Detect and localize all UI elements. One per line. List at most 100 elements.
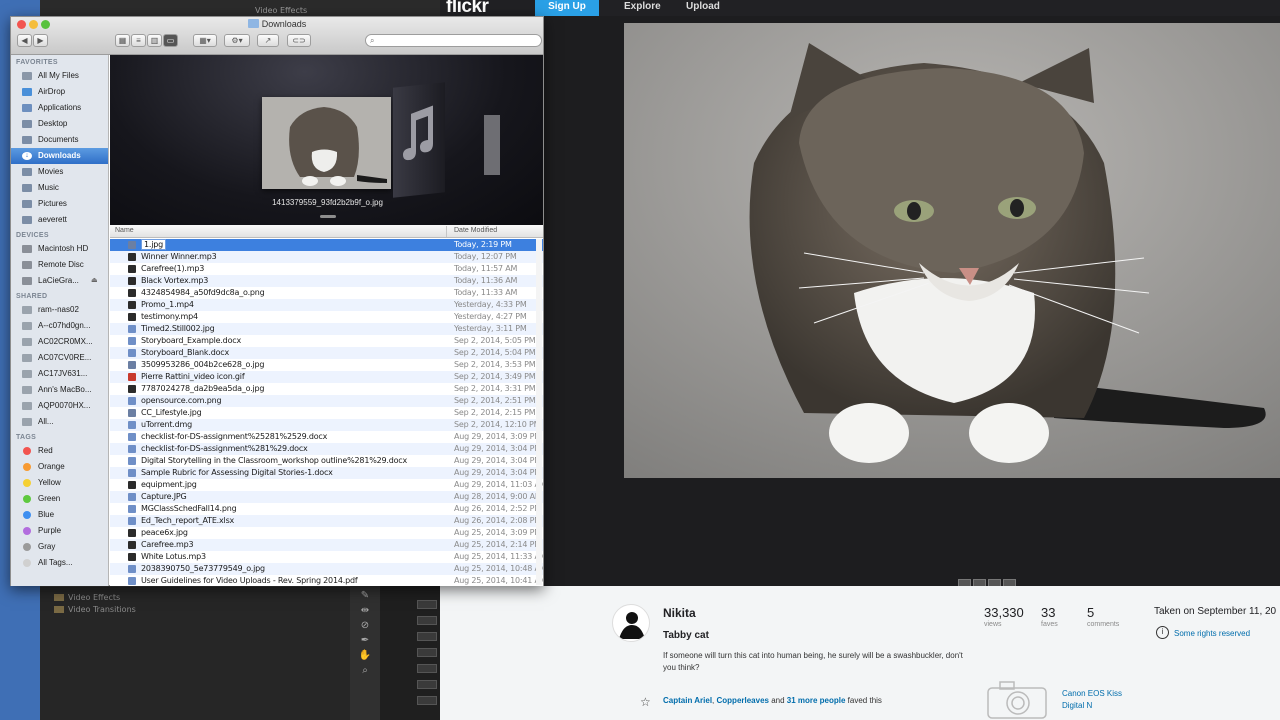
faved-user-link[interactable]: Copperleaves [717,696,769,705]
file-row[interactable]: Timed2.Still002.jpg Yesterday, 3:11 PM [110,323,543,335]
sidebar-item-documents[interactable]: Documents [11,132,108,148]
track-toggle[interactable] [417,616,437,625]
sidebar-item-tag[interactable]: Gray [11,539,108,555]
name-column-header[interactable]: Name [115,227,134,234]
sidebar-item-downloads[interactable]: ↓ Downloads [11,148,108,164]
sidebar-item-pictures[interactable]: Pictures [11,196,108,212]
list-view-icon[interactable]: ≡ [131,34,146,47]
cover-flow-view-icon[interactable]: ▭ [163,34,178,47]
sidebar-item-tag[interactable]: All Tags... [11,555,108,571]
file-row[interactable]: Sample Rubric for Assessing Digital Stor… [110,467,543,479]
file-row[interactable]: Promo_1.mp4 Yesterday, 4:33 PM [110,299,543,311]
track-toggle[interactable] [417,648,437,657]
sidebar-item-shared[interactable]: Ann's MacBo... [11,382,108,398]
file-row[interactable]: testimony.mp4 Yesterday, 4:27 PM [110,311,543,323]
list-scrollbar[interactable] [536,239,542,585]
file-row[interactable]: Winner Winner.mp3 Today, 12:07 PM [110,251,543,263]
file-row[interactable]: 3509953286_004b2ce628_o.jpg Sep 2, 2014, … [110,359,543,371]
sidebar-item-music[interactable]: Music [11,180,108,196]
video-effects-folder[interactable]: Video Effects [54,593,120,602]
sidebar-item-tag[interactable]: Yellow [11,475,108,491]
razor-tool-icon[interactable]: ⊘ [350,620,380,631]
faved-user-link[interactable]: Captain Ariel [663,696,712,705]
sidebar-item-shared[interactable]: AC07CV0RE... [11,350,108,366]
sidebar-item-shared[interactable]: All... [11,414,108,430]
sidebar-item-device[interactable]: Macintosh HD [11,241,108,257]
explore-link[interactable]: Explore [624,0,661,13]
file-row[interactable]: equipment.jpg Aug 29, 2014, 11:03 AM [110,479,543,491]
avatar[interactable] [612,604,650,642]
file-row[interactable]: 7787024278_da2b9ea5da_o.jpg Sep 2, 2014, … [110,383,543,395]
file-row[interactable]: Storyboard_Blank.docx Sep 2, 2014, 5:04 P… [110,347,543,359]
column-view-icon[interactable]: ▥ [147,34,162,47]
file-row[interactable]: uTorrent.dmg Sep 2, 2014, 12:10 PM [110,419,543,431]
pen-tool-icon[interactable]: ✒ [350,635,380,646]
track-toggle[interactable] [417,632,437,641]
sidebar-item-tag[interactable]: Purple [11,523,108,539]
file-row[interactable]: MGClassSchedFall14.png Aug 26, 2014, 2:52… [110,503,543,515]
document-file-icon[interactable] [484,115,500,175]
sidebar-item-aeverett[interactable]: aeverett [11,212,108,228]
cover-flow-scrollbar[interactable] [320,215,336,218]
file-row[interactable]: CC_Lifestyle.jpg Sep 2, 2014, 2:15 PM [110,407,543,419]
file-row[interactable]: White Lotus.mp3 Aug 25, 2014, 11:33 AM [110,551,543,563]
ripple-tool-icon[interactable]: ⇹ [350,605,380,616]
sidebar-item-desktop[interactable]: Desktop [11,116,108,132]
file-row[interactable]: User Guidelines for Video Uploads - Rev.… [110,575,543,586]
icon-view-icon[interactable]: ▦ [115,34,130,47]
sidebar-item-airdrop[interactable]: AirDrop [11,84,108,100]
file-row[interactable]: Carefree.mp3 Aug 25, 2014, 2:14 PM [110,539,543,551]
file-row[interactable]: peace6x.jpg Aug 25, 2014, 3:09 PM [110,527,543,539]
sidebar-item-applications[interactable]: Applications [11,100,108,116]
license-link[interactable]: Some rights reserved [1174,629,1250,638]
track-toggle[interactable] [417,600,437,609]
more-people-link[interactable]: 31 more people [787,696,846,705]
file-row[interactable]: Digital Storytelling in the Classroom_wo… [110,455,543,467]
share-icon[interactable]: ↗ [257,34,279,47]
file-row[interactable]: checklist-for-DS-assignment%281%29.docx A… [110,443,543,455]
file-row[interactable]: 2038390750_5e73779549_o.jpg Aug 25, 2014,… [110,563,543,575]
sidebar-item-tag[interactable]: Orange [11,459,108,475]
camera-model-link[interactable]: Canon EOS Kiss Digital N [1062,688,1142,712]
music-file-icon[interactable] [393,82,445,198]
sidebar-item-tag[interactable]: Green [11,491,108,507]
sidebar-item-tag[interactable]: Red [11,443,108,459]
sidebar-item-shared[interactable]: A--c07hd0gn... [11,318,108,334]
sidebar-item-tag[interactable]: Blue [11,507,108,523]
upload-link[interactable]: Upload [686,0,720,13]
eject-icon[interactable]: ⏏ [91,273,98,289]
sign-up-button[interactable]: Sign Up [535,0,599,16]
back-button[interactable]: ◀ [17,34,32,47]
hand-tool-icon[interactable]: ✋ [350,650,380,661]
sidebar-item-shared[interactable]: AC17JV631... [11,366,108,382]
file-row[interactable]: 4324854984_a50fd9dc8a_o.png Today, 11:33 … [110,287,543,299]
selection-tool-icon[interactable]: ✎ [350,590,380,601]
sidebar-item-device[interactable]: LaCieGra... ⏏ [11,273,108,289]
file-row[interactable]: Ed_Tech_report_ATE.xlsx Aug 26, 2014, 2:0… [110,515,543,527]
file-row[interactable]: Carefree(1).mp3 Today, 11:57 AM [110,263,543,275]
gear-icon[interactable]: ⚙▾ [224,34,250,47]
star-icon[interactable]: ☆ [640,695,651,709]
sidebar-item-all-my-files[interactable]: All My Files [11,68,108,84]
arrange-menu-icon[interactable]: ▦▾ [193,34,217,47]
file-row[interactable]: Storyboard_Example.docx Sep 2, 2014, 5:05… [110,335,543,347]
date-column-header[interactable]: Date Modified [454,227,497,234]
file-row[interactable]: opensource.com.png Sep 2, 2014, 2:51 PM [110,395,543,407]
track-toggle[interactable] [417,664,437,673]
track-toggle[interactable] [417,680,437,689]
zoom-tool-icon[interactable]: ⌕ [350,665,380,676]
file-row[interactable]: Black Vortex.mp3 Today, 11:36 AM [110,275,543,287]
sidebar-item-shared[interactable]: AQP0070HX... [11,398,108,414]
search-input[interactable]: ⌕ [365,34,542,47]
video-transitions-folder[interactable]: Video Transitions [54,605,136,614]
forward-button[interactable]: ▶ [33,34,48,47]
sidebar-item-device[interactable]: Remote Disc [11,257,108,273]
tag-icon[interactable]: ⊂⊃ [287,34,311,47]
sidebar-item-movies[interactable]: Movies [11,164,108,180]
photo-owner-name[interactable]: Nikita [663,606,696,620]
file-row[interactable]: 1.jpg Today, 2:19 PM [110,239,543,251]
sidebar-item-shared[interactable]: ram--nas02 [11,302,108,318]
cat-photo[interactable] [624,23,1280,478]
file-row[interactable]: Capture.JPG Aug 28, 2014, 9:00 AM [110,491,543,503]
cover-flow-image[interactable] [262,97,391,189]
